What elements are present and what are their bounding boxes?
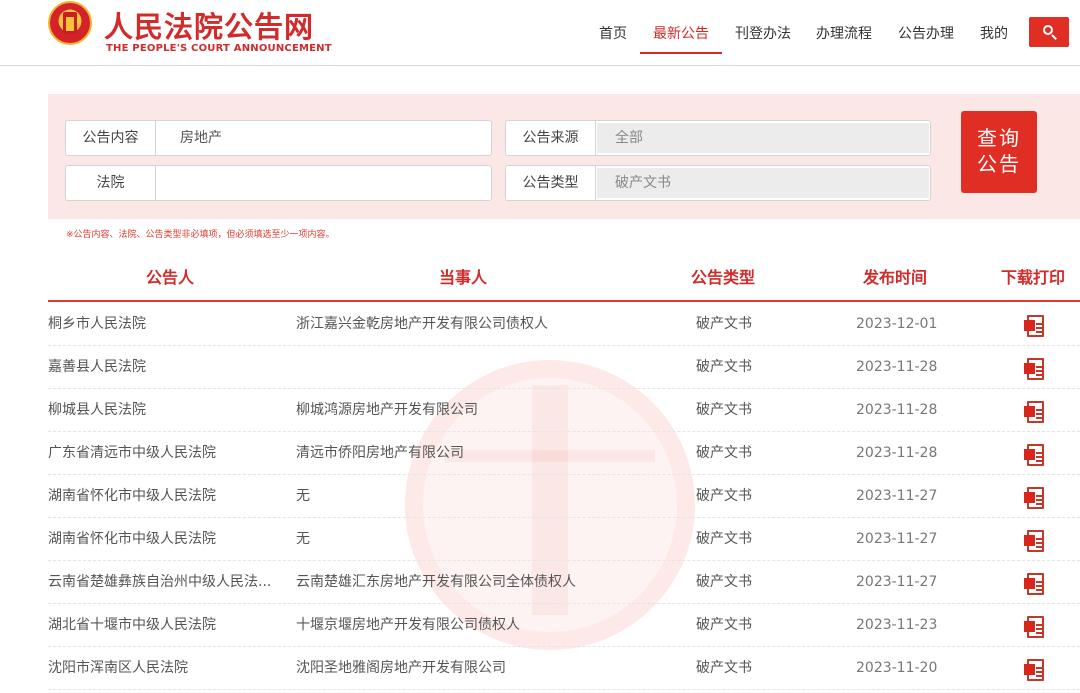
site-subtitle: THE PEOPLE'S COURT ANNOUNCEMENT xyxy=(106,43,332,54)
row-party: 沈阳圣地雅阁房地产开发有限公司 xyxy=(296,660,506,676)
row-date: 2023-11-28 xyxy=(856,359,938,375)
table-row[interactable]: 湖北省十堰市中级人民法院 十堰京堰房地产开发有限公司债权人 破产文书 2023-11-… xyxy=(48,604,1080,647)
row-party: 清远市侨阳房地产有限公司 xyxy=(296,445,464,461)
row-court[interactable]: 湖北省十堰市中级人民法院 xyxy=(48,604,280,647)
row-type: 破产文书 xyxy=(696,402,752,418)
pdf-download-icon[interactable] xyxy=(1024,315,1044,337)
active-nav-indicator xyxy=(640,52,722,54)
row-court[interactable]: 湖南省怀化市中级人民法院 xyxy=(48,518,280,561)
row-type: 破产文书 xyxy=(696,574,752,590)
table-row[interactable]: 广东省清远市中级人民法院 清远市侨阳房地产有限公司 破产文书 2023-11-28 xyxy=(48,432,1080,475)
pdf-download-icon[interactable] xyxy=(1024,401,1044,423)
row-type: 破产文书 xyxy=(696,316,752,332)
pdf-download-icon[interactable] xyxy=(1024,487,1044,509)
table-header-divider xyxy=(48,300,1080,302)
row-date: 2023-12-01 xyxy=(856,316,938,332)
nav-latest[interactable]: 最新公告 xyxy=(653,23,709,43)
table-row[interactable]: 桐乡市人民法院 浙江嘉兴金乾房地产开发有限公司债权人 破产文书 2023-12-01 xyxy=(48,303,1080,346)
col-header-type: 公告类型 xyxy=(691,268,756,287)
query-button-line1: 查询 xyxy=(977,126,1021,150)
pdf-download-icon[interactable] xyxy=(1024,358,1044,380)
site-header: 人民法院公告网 THE PEOPLE'S COURT ANNOUNCEMENT … xyxy=(0,0,1080,66)
content-input[interactable]: 房地产 xyxy=(180,121,222,155)
content-label: 公告内容 xyxy=(66,121,156,155)
court-emblem-icon[interactable] xyxy=(48,1,92,45)
row-party: 无 xyxy=(296,531,310,547)
court-label: 法院 xyxy=(66,166,156,200)
search-hint: ※公告内容、法院、公告类型非必填项，但必须填选至少一项内容。 xyxy=(66,230,335,240)
row-type: 破产文书 xyxy=(696,488,752,504)
row-date: 2023-11-27 xyxy=(856,488,938,504)
nav-mine[interactable]: 我的 xyxy=(980,23,1008,43)
query-button-line2: 公告 xyxy=(977,152,1021,176)
table-row[interactable]: 湖南省怀化市中级人民法院无 破产文书 2023-11-27 xyxy=(48,518,1080,561)
row-type: 破产文书 xyxy=(696,445,752,461)
pdf-download-icon[interactable] xyxy=(1024,530,1044,552)
table-row[interactable]: 嘉善县人民法院 破产文书 2023-11-28 xyxy=(48,346,1080,389)
pdf-download-icon[interactable] xyxy=(1024,444,1044,466)
table-row[interactable]: 沈阳市浑南区人民法院 沈阳圣地雅阁房地产开发有限公司 破产文书 2023-11-20 xyxy=(48,647,1080,690)
type-label: 公告类型 xyxy=(506,166,596,200)
type-field[interactable]: 公告类型 破产文书 xyxy=(505,165,931,201)
site-title[interactable]: 人民法院公告网 xyxy=(104,4,314,46)
row-party: 云南楚雄汇东房地产开发有限公司全体债权人 xyxy=(296,574,576,590)
row-court[interactable]: 湖南省怀化市中级人民法院 xyxy=(48,475,280,518)
pdf-download-icon[interactable] xyxy=(1024,659,1044,681)
col-header-download: 下载打印 xyxy=(1001,268,1066,287)
row-date: 2023-11-27 xyxy=(856,574,938,590)
source-label: 公告来源 xyxy=(506,121,596,155)
search-button[interactable] xyxy=(1029,17,1069,47)
row-court[interactable]: 柳城县人民法院 xyxy=(48,389,280,432)
row-date: 2023-11-28 xyxy=(856,445,938,461)
row-date: 2023-11-27 xyxy=(856,531,938,547)
table-row[interactable]: 云南省楚雄彝族自治州中级人民法... 云南楚雄汇东房地产开发有限公司全体债权人 破产… xyxy=(48,561,1080,604)
row-party: 浙江嘉兴金乾房地产开发有限公司债权人 xyxy=(296,316,548,332)
source-field[interactable]: 公告来源 全部 xyxy=(505,120,931,156)
pdf-download-icon[interactable] xyxy=(1024,616,1044,638)
row-date: 2023-11-23 xyxy=(856,617,938,633)
row-type: 破产文书 xyxy=(696,660,752,676)
content-field[interactable]: 公告内容 房地产 xyxy=(65,120,492,156)
row-date: 2023-11-20 xyxy=(856,660,938,676)
row-court[interactable]: 沈阳市浑南区人民法院 xyxy=(48,647,280,690)
nav-process[interactable]: 办理流程 xyxy=(816,23,872,43)
row-court[interactable]: 桐乡市人民法院 xyxy=(48,303,280,346)
row-court[interactable]: 云南省楚雄彝族自治州中级人民法... xyxy=(48,561,280,604)
col-header-date: 发布时间 xyxy=(863,268,928,287)
nav-home[interactable]: 首页 xyxy=(599,23,627,43)
query-button[interactable]: 查询 公告 xyxy=(961,111,1037,193)
table-row[interactable]: 柳城县人民法院 柳城鸿源房地产开发有限公司 破产文书 2023-11-28 xyxy=(48,389,1080,432)
row-party: 柳城鸿源房地产开发有限公司 xyxy=(296,402,478,418)
pdf-download-icon[interactable] xyxy=(1024,573,1044,595)
row-court[interactable]: 广东省清远市中级人民法院 xyxy=(48,432,280,475)
row-party: 十堰京堰房地产开发有限公司债权人 xyxy=(296,617,520,633)
table-row[interactable]: 湖南省怀化市中级人民法院无 破产文书 2023-11-27 xyxy=(48,475,1080,518)
row-type: 破产文书 xyxy=(696,617,752,633)
col-header-announcer: 公告人 xyxy=(146,268,195,287)
row-date: 2023-11-28 xyxy=(856,402,938,418)
nav-publishing-rules[interactable]: 刊登办法 xyxy=(735,23,791,43)
source-select[interactable]: 全部 xyxy=(597,123,929,153)
row-court[interactable]: 嘉善县人民法院 xyxy=(48,346,280,389)
type-select[interactable]: 破产文书 xyxy=(597,168,929,198)
row-type: 破产文书 xyxy=(696,531,752,547)
col-header-party: 当事人 xyxy=(439,268,488,287)
nav-handle-announcement[interactable]: 公告办理 xyxy=(898,23,954,43)
row-party: 无 xyxy=(296,488,310,504)
row-type: 破产文书 xyxy=(696,359,752,375)
court-field[interactable]: 法院 xyxy=(65,165,492,201)
